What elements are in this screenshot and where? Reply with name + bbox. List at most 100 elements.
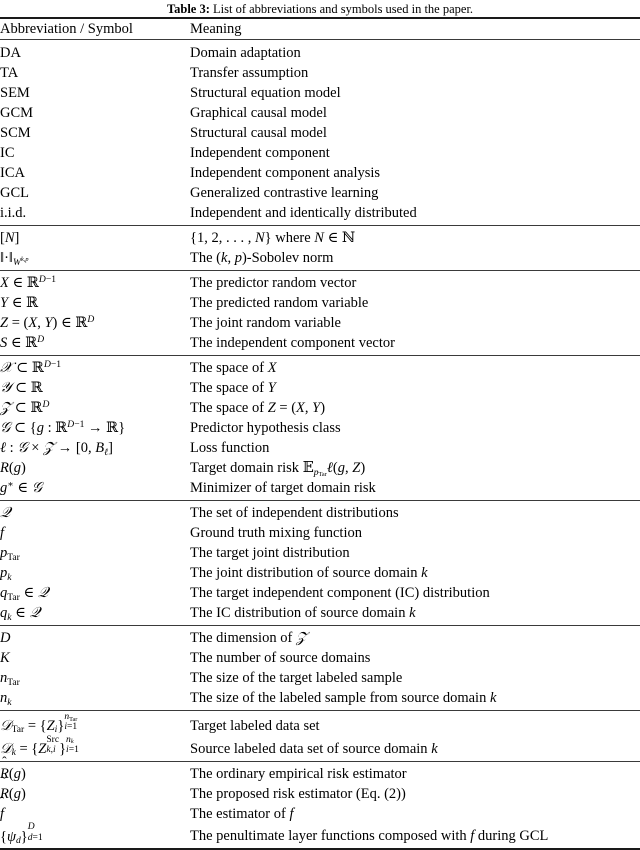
meaning-cell: The (k, p)-Sobolev norm <box>190 250 334 266</box>
meaning-cell: The target independent component (IC) di… <box>190 585 490 601</box>
meaning-cell: The proposed risk estimator (Eq. (2)) <box>190 785 406 802</box>
symbol-cell: 𝒬 <box>0 505 11 521</box>
table-row: 𝒬 The set of independent distributions <box>0 503 640 523</box>
meaning-cell: Minimizer of target domain risk <box>190 480 376 496</box>
table-row: S ∈ ℝD The independent component vector <box>0 333 640 353</box>
table-row: [N] {1, 2, . . . , N} where N ∈ ℕ <box>0 228 640 248</box>
meaning-cell: Predictor hypothesis class <box>190 420 341 436</box>
meaning-cell: The joint distribution of source domain … <box>190 565 428 581</box>
symbol-cell: R̂(g) <box>0 765 26 782</box>
symbol-cell: GCM <box>0 105 34 121</box>
symbol-cell: K <box>0 650 10 666</box>
meaning-cell: Independent component analysis <box>190 165 381 181</box>
symbol-cell: 𝒟Tar = {Zi} nTar i=1 <box>0 710 78 736</box>
table-row: 𝒟k = {Z Src k,i} nk i=1 Source labeled data … <box>0 733 640 759</box>
meaning-cell: Source labeled data set of source domain… <box>190 740 438 757</box>
table-row: Z = (X, Y) ∈ ℝD The joint random variabl… <box>0 313 640 333</box>
meaning-cell: The space of X <box>190 360 277 376</box>
meaning-cell: The independent component vector <box>190 335 395 351</box>
symbol-cell: ℓ : 𝒢 × 𝒵 → [0, Bℓ] <box>0 440 113 458</box>
symbol-cell: qk ∈ 𝒬 <box>0 605 40 623</box>
symbol-cell: Z = (X, Y) ∈ ℝD <box>0 314 95 331</box>
symbol-cell: [N] <box>0 230 20 246</box>
symbol-cell: DA <box>0 45 21 61</box>
meaning-cell: Target labeled data set <box>190 717 320 734</box>
column-header-meaning: Meaning <box>190 21 242 37</box>
symbol-cell: Y ∈ ℝ <box>0 295 39 311</box>
meaning-cell: Structural equation model <box>190 85 341 101</box>
meaning-cell: Graphical causal model <box>190 105 327 121</box>
table-row: ‖·‖Wk,p The (k, p)-Sobolev norm <box>0 248 640 268</box>
abbreviations-table: Abbreviation / Symbol Meaning DA Domain … <box>0 17 640 850</box>
symbol-cell: g∗ ∈ 𝒢 <box>0 479 43 496</box>
meaning-cell: The dimension of 𝒵 <box>190 630 307 646</box>
table-row: D The dimension of 𝒵 <box>0 628 640 648</box>
symbol-cell: 𝒳 ⊂ ℝD−1 <box>0 359 62 376</box>
table-row: SEM Structural equation model <box>0 83 640 103</box>
meaning-cell: The number of source domains <box>190 650 371 666</box>
table-row: g∗ ∈ 𝒢 Minimizer of target domain risk <box>0 478 640 498</box>
symbol-cell: 𝒢 ⊂ {g : ℝD−1 → ℝ} <box>0 419 126 436</box>
symbol-cell: i.i.d. <box>0 205 27 221</box>
table-row: TA Transfer assumption <box>0 63 640 83</box>
table-row: IC Independent component <box>0 143 640 163</box>
meaning-cell: Transfer assumption <box>190 65 309 81</box>
table-row: f̂ The estimator of f <box>0 804 640 824</box>
symbol-cell: SCM <box>0 125 31 141</box>
table-row: DA Domain adaptation <box>0 43 640 63</box>
table-row: pTar The target joint distribution <box>0 543 640 563</box>
table-row: nk The size of the labeled sample from s… <box>0 688 640 708</box>
symbol-cell: TA <box>0 65 19 81</box>
table-header-row: Abbreviation / Symbol Meaning <box>0 19 640 40</box>
symbol-cell: nTar <box>0 670 20 688</box>
caption-text: List of abbreviations and symbols used i… <box>213 2 474 16</box>
symbol-cell: ICA <box>0 165 25 181</box>
table-row: f Ground truth mixing function <box>0 523 640 543</box>
table-row: pk The joint distribution of source doma… <box>0 563 640 583</box>
symbol-cell: D <box>0 630 11 646</box>
meaning-cell: The predicted random variable <box>190 295 369 311</box>
table-row: {ψd} Dd=1 The penultimate layer functions… <box>0 822 640 847</box>
meaning-cell: The predictor random vector <box>190 275 357 291</box>
table-caption: Table 3: List of abbreviations and symbo… <box>0 0 640 17</box>
table-row: nTar The size of the target labeled samp… <box>0 668 640 688</box>
symbol-cell: 𝒟k = {Z Src k,i} nk i=1 <box>0 733 79 759</box>
table-row: 𝒳 ⊂ ℝD−1 The space of X <box>0 358 640 378</box>
meaning-cell: The estimator of f <box>190 805 294 822</box>
meaning-cell: Independent component <box>190 145 330 161</box>
table-page: Table 3: List of abbreviations and symbo… <box>0 0 640 850</box>
meaning-cell: Generalized contrastive learning <box>190 185 379 201</box>
table-row: GCL Generalized contrastive learning <box>0 183 640 203</box>
meaning-cell: The joint random variable <box>190 315 341 331</box>
table-row: 𝒢 ⊂ {g : ℝD−1 → ℝ} Predictor hypothesis … <box>0 418 640 438</box>
table-row: 𝒟Tar = {Zi} nTar i=1 Target labeled data s… <box>0 710 640 736</box>
meaning-cell: Ground truth mixing function <box>190 525 362 541</box>
symbol-cell: nk <box>0 690 12 708</box>
meaning-cell: The set of independent distributions <box>190 505 399 521</box>
meaning-cell: The target joint distribution <box>190 545 350 561</box>
meaning-cell: The IC distribution of source domain k <box>190 605 416 621</box>
table-row: Ř(g) The proposed risk estimator (Eq. (… <box>0 784 640 804</box>
table-row: K The number of source domains <box>0 648 640 668</box>
table-row: R(g) Target domain risk 𝔼pTarℓ(g, Z) <box>0 458 640 478</box>
symbol-cell: qTar ∈ 𝒬 <box>0 585 49 603</box>
table-row: GCM Graphical causal model <box>0 103 640 123</box>
symbol-cell: Ř(g) <box>0 785 26 802</box>
meaning-cell: The size of the target labeled sample <box>190 670 403 686</box>
table-row: X ∈ ℝD−1 The predictor random vector <box>0 273 640 293</box>
table-row: i.i.d. Independent and identically distr… <box>0 203 640 223</box>
table-row: ℓ : 𝒢 × 𝒵 → [0, Bℓ] Loss function <box>0 438 640 458</box>
table-row: Y ∈ ℝ The predicted random variable <box>0 293 640 313</box>
symbol-cell: pk <box>0 565 12 583</box>
meaning-cell: Structural causal model <box>190 125 327 141</box>
meaning-cell: The ordinary empirical risk estimator <box>190 765 407 782</box>
table-row: SCM Structural causal model <box>0 123 640 143</box>
symbol-cell: pTar <box>0 545 20 563</box>
table-row: 𝒵 ⊂ ℝD The space of Z = (X, Y) <box>0 398 640 418</box>
symbol-cell: R(g) <box>0 460 26 476</box>
symbol-cell: GCL <box>0 185 29 201</box>
table-row: R̂(g) The ordinary empirical risk estima… <box>0 764 640 784</box>
meaning-cell: Target domain risk 𝔼pTarℓ(g, Z) <box>190 460 366 479</box>
meaning-cell: {1, 2, . . . , N} where N ∈ ℕ <box>190 230 356 246</box>
meaning-cell: The size of the labeled sample from sour… <box>190 690 497 706</box>
